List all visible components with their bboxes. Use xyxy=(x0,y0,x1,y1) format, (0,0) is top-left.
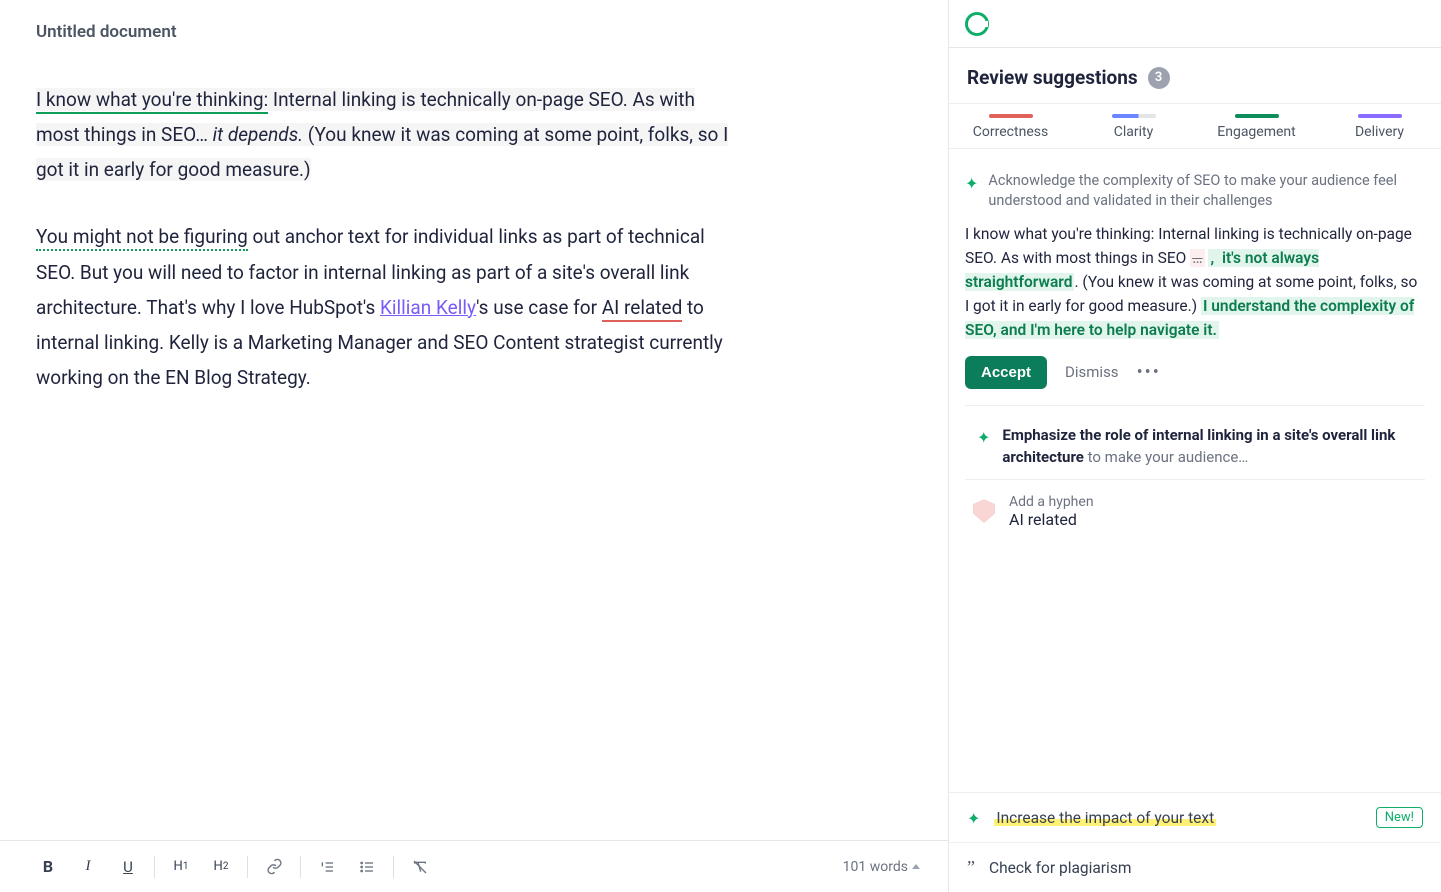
bolt-icon: ✦ xyxy=(967,809,980,828)
quote-icon: ” xyxy=(967,857,975,878)
doc-title[interactable]: Untitled document xyxy=(0,0,948,52)
suggestion-text: AI related xyxy=(1009,510,1094,529)
suggestions-count-badge: 3 xyxy=(1148,67,1170,89)
card-actions: Accept Dismiss ••• xyxy=(965,356,1425,389)
sidebar-header: Review suggestions 3 xyxy=(949,48,1441,103)
accept-button[interactable]: Accept xyxy=(965,356,1047,389)
tab-correctness[interactable]: Correctness xyxy=(949,104,1072,148)
footer-link-impact: Increase the impact of your text xyxy=(994,809,1216,827)
suggestion-card-2[interactable]: ✦ Emphasize the role of internal linking… xyxy=(965,406,1425,480)
paragraph-1[interactable]: I know what you're thinking: Internal li… xyxy=(36,82,736,187)
h2-button[interactable]: H2 xyxy=(201,849,241,885)
more-options-button[interactable]: ••• xyxy=(1137,362,1161,383)
category-tabs: Correctness Clarity Engagement Delivery xyxy=(949,103,1441,149)
clear-format-button[interactable] xyxy=(400,849,440,885)
new-badge: New! xyxy=(1376,807,1423,828)
sidebar-footer: ✦ Increase the impact of your text New! … xyxy=(949,792,1441,892)
word-count[interactable]: 101 words xyxy=(843,859,920,875)
footer-link-plagiarism: Check for plagiarism xyxy=(989,859,1131,877)
suggestions-sidebar: Review suggestions 3 Correctness Clarity… xyxy=(949,0,1441,892)
italic-button[interactable]: I xyxy=(68,849,108,885)
tab-engagement[interactable]: Engagement xyxy=(1195,104,1318,148)
bolt-icon: ✦ xyxy=(965,173,978,195)
tab-clarity[interactable]: Clarity xyxy=(1072,104,1195,148)
ordered-list-button[interactable] xyxy=(307,849,347,885)
unordered-list-icon xyxy=(359,859,375,875)
bold-button[interactable]: B xyxy=(28,849,68,885)
toolbar-separator xyxy=(300,856,301,878)
error-ai-related[interactable]: AI related xyxy=(602,296,683,322)
suggestion-label: Add a hyphen xyxy=(1009,494,1094,510)
format-toolbar: B I U H1 H2 101 words xyxy=(0,840,948,892)
highlight-1[interactable]: I know what you're thinking: xyxy=(36,88,268,114)
clear-format-icon xyxy=(412,859,428,875)
editor-pane: Untitled document I know what you're thi… xyxy=(0,0,949,892)
unordered-list-button[interactable] xyxy=(347,849,387,885)
increase-impact-row[interactable]: ✦ Increase the impact of your text New! xyxy=(949,793,1441,843)
suggestion-card-3[interactable]: Add a hyphen AI related xyxy=(965,480,1425,543)
suggestion-card-1[interactable]: ✦ Acknowledge the complexity of SEO to m… xyxy=(965,161,1425,406)
chevron-up-icon xyxy=(912,864,920,869)
toolbar-separator xyxy=(247,856,248,878)
sidebar-topbar xyxy=(949,0,1441,48)
toolbar-separator xyxy=(154,856,155,878)
h1-button[interactable]: H1 xyxy=(161,849,201,885)
paragraph-2[interactable]: You might not be figuring out anchor tex… xyxy=(36,219,736,395)
toolbar-separator xyxy=(393,856,394,878)
plagiarism-row[interactable]: ” Check for plagiarism xyxy=(949,843,1441,892)
link-icon xyxy=(266,858,283,875)
tab-delivery[interactable]: Delivery xyxy=(1318,104,1441,148)
grammarly-logo-icon[interactable] xyxy=(965,12,989,36)
suggestion-desc: Acknowledge the complexity of SEO to mak… xyxy=(988,171,1425,212)
dismiss-button[interactable]: Dismiss xyxy=(1065,363,1119,381)
sidebar-title: Review suggestions xyxy=(967,66,1138,89)
ordered-list-icon xyxy=(319,859,335,875)
link-killian-kelly[interactable]: Killian Kelly xyxy=(380,296,476,319)
link-button[interactable] xyxy=(254,849,294,885)
suggestion-desc: Emphasize the role of internal linking i… xyxy=(1002,424,1425,469)
underline-button[interactable]: U xyxy=(108,849,148,885)
highlight-2[interactable]: You might not be figuring xyxy=(36,225,248,251)
doc-body[interactable]: I know what you're thinking: Internal li… xyxy=(0,52,948,840)
suggestion-list: ✦ Acknowledge the complexity of SEO to m… xyxy=(949,149,1441,792)
shield-icon xyxy=(973,499,995,523)
bolt-icon: ✦ xyxy=(977,426,990,450)
suggestion-preview: I know what you're thinking: Internal li… xyxy=(965,222,1425,342)
